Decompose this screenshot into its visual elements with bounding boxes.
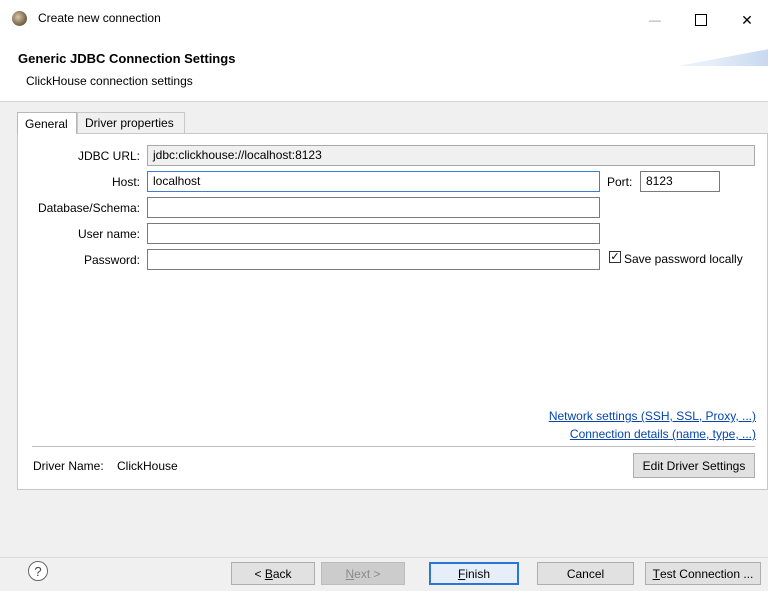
panel-divider [32, 446, 755, 447]
cancel-button[interactable]: Cancel [537, 562, 634, 585]
next-mnemonic: N [345, 566, 355, 581]
driver-name-value: ClickHouse [117, 459, 178, 473]
header-banner-decoration [678, 49, 768, 66]
maximize-icon [695, 14, 707, 26]
back-prefix: < [254, 566, 265, 581]
close-button[interactable]: ✕ [727, 7, 767, 33]
minimize-button[interactable]: — [635, 7, 675, 33]
jdbc-url-label: JDBC URL: [77, 149, 140, 163]
username-label: User name: [77, 227, 140, 241]
password-input[interactable] [147, 249, 600, 270]
host-label: Host: [111, 175, 140, 189]
window-title: Create new connection [38, 11, 161, 25]
tab-general[interactable]: General [17, 112, 77, 134]
wizard-header: Generic JDBC Connection Settings ClickHo… [0, 38, 768, 102]
connection-details-link[interactable]: Connection details (name, type, ...) [570, 427, 756, 441]
test-connection-button[interactable]: Test Connection ... [645, 562, 761, 585]
jdbc-url-field[interactable]: jdbc:clickhouse://localhost:8123 [147, 145, 755, 166]
next-button[interactable]: Next > [321, 562, 405, 585]
help-icon[interactable]: ? [28, 561, 48, 581]
database-schema-input[interactable] [147, 197, 600, 218]
maximize-button[interactable] [681, 7, 721, 33]
finish-button[interactable]: Finish [429, 562, 519, 585]
username-input[interactable] [147, 223, 600, 244]
save-password-checkbox[interactable]: ✓ [609, 251, 621, 263]
test-rest: est Connection ... [659, 566, 754, 581]
tab-driver-properties[interactable]: Driver properties [77, 112, 185, 133]
finish-mnemonic: F [457, 566, 466, 581]
test-mnemonic: T [652, 566, 660, 581]
back-rest: ack [272, 566, 292, 581]
page-title: Generic JDBC Connection Settings [18, 51, 236, 66]
save-password-label[interactable]: Save password locally [624, 252, 743, 266]
finish-rest: inish [465, 566, 491, 581]
next-rest: ext > [354, 566, 381, 581]
edit-driver-settings-button[interactable]: Edit Driver Settings [633, 453, 755, 478]
back-button[interactable]: < Back [231, 562, 315, 585]
minimize-icon: — [649, 13, 661, 27]
close-icon: ✕ [741, 11, 753, 28]
port-input[interactable]: 8123 [640, 171, 720, 192]
password-label: Password: [83, 253, 140, 267]
dbeaver-app-icon [12, 11, 27, 26]
database-schema-label: Database/Schema: [37, 201, 140, 215]
network-settings-link[interactable]: Network settings (SSH, SSL, Proxy, ...) [549, 409, 756, 423]
driver-name-label: Driver Name: [33, 459, 104, 473]
back-mnemonic: B [264, 566, 273, 581]
port-label: Port: [607, 175, 633, 189]
host-input[interactable]: localhost [147, 171, 600, 192]
page-subtitle: ClickHouse connection settings [26, 74, 193, 88]
